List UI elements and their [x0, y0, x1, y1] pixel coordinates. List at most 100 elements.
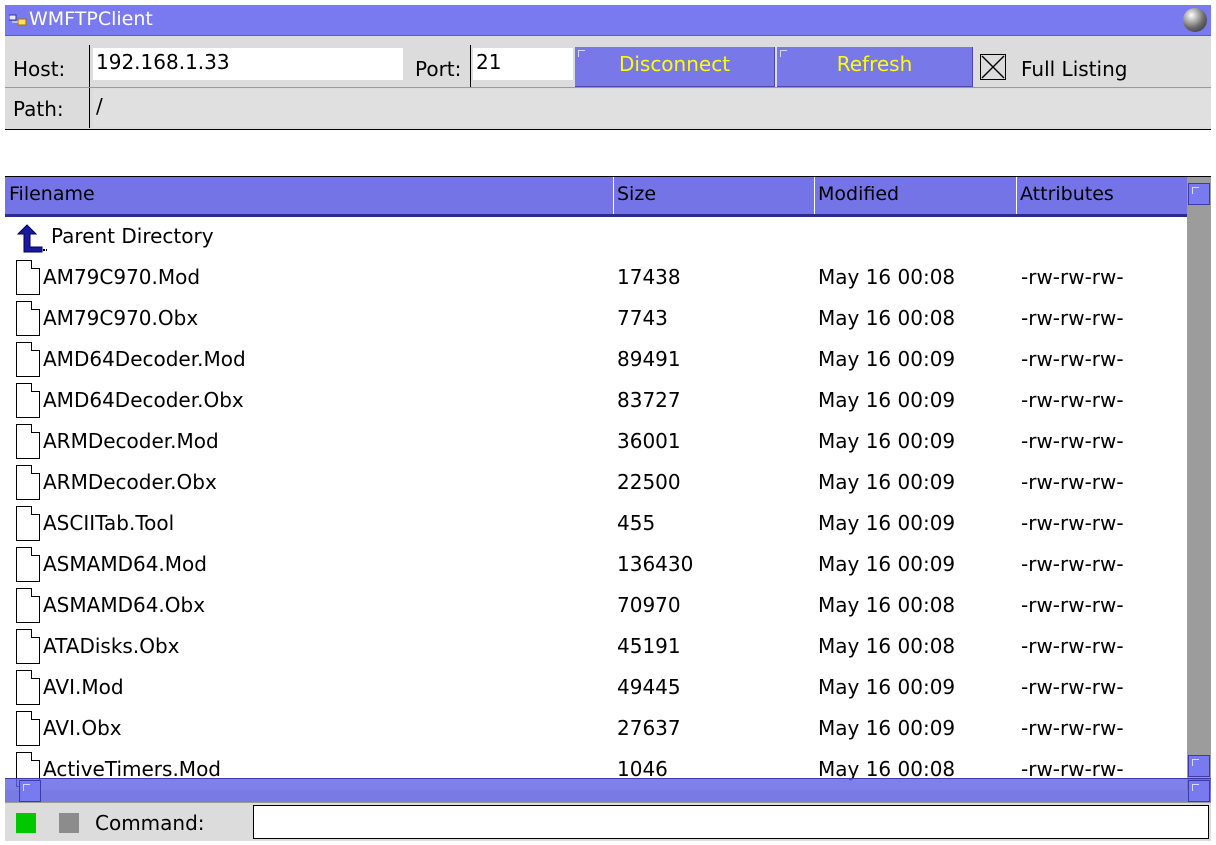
- refresh-button[interactable]: Refresh: [777, 47, 973, 87]
- file-modified: May 16 00:09: [818, 470, 956, 494]
- parent-directory-icon: [16, 224, 47, 253]
- sphere-close-icon[interactable]: [1183, 8, 1207, 32]
- command-label: Command:: [95, 811, 205, 835]
- file-icon: [16, 260, 40, 295]
- path-separator: [89, 88, 90, 128]
- horizontal-scrollbar[interactable]: [5, 778, 1211, 803]
- vertical-scrollbar[interactable]: [1187, 177, 1211, 790]
- file-list[interactable]: Parent Directory AM79C970.Mod 17438 May …: [5, 217, 1187, 790]
- file-icon: [16, 711, 40, 746]
- file-attributes: -rw-rw-rw-: [1021, 552, 1124, 576]
- disconnect-label: Disconnect: [618, 52, 731, 76]
- table-row[interactable]: AMD64Decoder.Mod 89491 May 16 00:09 -rw-…: [5, 340, 1187, 381]
- file-icon: [16, 424, 40, 459]
- port-input[interactable]: 21: [473, 48, 573, 80]
- refresh-label: Refresh: [836, 52, 913, 76]
- file-icon: [16, 506, 40, 541]
- column-header-modified[interactable]: Modified: [818, 183, 899, 205]
- file-attributes: -rw-rw-rw-: [1021, 429, 1124, 453]
- file-size: 89491: [617, 347, 681, 371]
- scroll-left-button[interactable]: [19, 780, 41, 802]
- file-modified: May 16 00:08: [818, 593, 956, 617]
- column-header-size[interactable]: Size: [617, 183, 656, 205]
- file-icon: [16, 547, 40, 582]
- table-row[interactable]: ATADisks.Obx 45191 May 16 00:08 -rw-rw-r…: [5, 627, 1187, 668]
- window-title: WMFTPClient: [29, 8, 153, 30]
- ftp-client-window: WMFTPClient Host: 192.168.1.33 Port: 21 …: [5, 5, 1211, 841]
- scroll-up-button[interactable]: [1188, 183, 1210, 205]
- scroll-down-button[interactable]: [1188, 755, 1210, 777]
- file-attributes: -rw-rw-rw-: [1021, 593, 1124, 617]
- host-input[interactable]: 192.168.1.33: [93, 48, 403, 80]
- table-row[interactable]: AMD64Decoder.Obx 83727 May 16 00:09 -rw-…: [5, 381, 1187, 422]
- file-name: AVI.Obx: [43, 716, 122, 740]
- file-size: 22500: [617, 470, 681, 494]
- file-icon: [16, 629, 40, 664]
- path-field[interactable]: /: [93, 89, 1211, 127]
- file-name: AMD64Decoder.Obx: [43, 388, 244, 412]
- host-separator: [89, 45, 90, 87]
- file-attributes: -rw-rw-rw-: [1021, 675, 1124, 699]
- scroll-right-button[interactable]: [1188, 780, 1210, 802]
- status-indicator-gray: [59, 813, 79, 833]
- checkbox-checked-icon: [981, 55, 1005, 79]
- file-modified: May 16 00:09: [818, 388, 956, 412]
- file-icon: [16, 670, 40, 705]
- table-row[interactable]: ASCIITab.Tool 455 May 16 00:09 -rw-rw-rw…: [5, 504, 1187, 545]
- port-value: 21: [476, 50, 502, 74]
- file-modified: May 16 00:09: [818, 675, 956, 699]
- file-modified: May 16 00:08: [818, 306, 956, 330]
- file-modified: May 16 00:09: [818, 552, 956, 576]
- port-separator: [470, 45, 471, 87]
- file-modified: May 16 00:09: [818, 429, 956, 453]
- file-attributes: -rw-rw-rw-: [1021, 265, 1124, 289]
- disconnect-button[interactable]: Disconnect: [575, 47, 775, 87]
- full-listing-label: Full Listing: [1021, 57, 1128, 81]
- file-icon: [16, 588, 40, 623]
- table-row[interactable]: AVI.Mod 49445 May 16 00:09 -rw-rw-rw-: [5, 668, 1187, 709]
- file-name: ARMDecoder.Obx: [43, 470, 217, 494]
- table-row[interactable]: AM79C970.Obx 7743 May 16 00:08 -rw-rw-rw…: [5, 299, 1187, 340]
- file-size: 49445: [617, 675, 681, 699]
- file-attributes: -rw-rw-rw-: [1021, 388, 1124, 412]
- table-row[interactable]: ASMAMD64.Obx 70970 May 16 00:08 -rw-rw-r…: [5, 586, 1187, 627]
- path-label: Path:: [13, 97, 64, 121]
- title-bar[interactable]: WMFTPClient: [5, 5, 1211, 36]
- file-icon: [16, 301, 40, 336]
- path-value: /: [96, 94, 103, 118]
- file-modified: May 16 00:09: [818, 716, 956, 740]
- file-size: 136430: [617, 552, 694, 576]
- table-row[interactable]: AVI.Obx 27637 May 16 00:09 -rw-rw-rw-: [5, 709, 1187, 750]
- file-size: 455: [617, 511, 656, 535]
- file-name: ARMDecoder.Mod: [43, 429, 219, 453]
- column-header-attributes[interactable]: Attributes: [1020, 183, 1114, 205]
- file-icon: [16, 465, 40, 500]
- file-name: ATADisks.Obx: [43, 634, 180, 658]
- command-input[interactable]: [253, 805, 1209, 839]
- table-row[interactable]: ARMDecoder.Obx 22500 May 16 00:09 -rw-rw…: [5, 463, 1187, 504]
- file-name: ASMAMD64.Obx: [43, 593, 206, 617]
- table-row[interactable]: ARMDecoder.Mod 36001 May 16 00:09 -rw-rw…: [5, 422, 1187, 463]
- file-attributes: -rw-rw-rw-: [1021, 306, 1124, 330]
- file-modified: May 16 00:08: [818, 634, 956, 658]
- message-area: [5, 129, 1211, 177]
- table-row[interactable]: AM79C970.Mod 17438 May 16 00:08 -rw-rw-r…: [5, 258, 1187, 299]
- column-header-filename[interactable]: Filename: [9, 183, 95, 205]
- file-attributes: -rw-rw-rw-: [1021, 470, 1124, 494]
- file-size: 45191: [617, 634, 681, 658]
- table-row[interactable]: ASMAMD64.Mod 136430 May 16 00:09 -rw-rw-…: [5, 545, 1187, 586]
- table-header: Filename Size Modified Attributes: [5, 177, 1187, 217]
- file-icon: [16, 342, 40, 377]
- file-name: AVI.Mod: [43, 675, 124, 699]
- parent-directory-row[interactable]: Parent Directory: [5, 217, 1187, 258]
- full-listing-checkbox[interactable]: [980, 54, 1006, 80]
- file-modified: May 16 00:09: [818, 347, 956, 371]
- port-label: Port:: [415, 57, 462, 81]
- status-indicator-green: [16, 813, 36, 833]
- file-attributes: -rw-rw-rw-: [1021, 716, 1124, 740]
- file-name: ASCIITab.Tool: [43, 511, 175, 535]
- file-name: AMD64Decoder.Mod: [43, 347, 246, 371]
- file-size: 36001: [617, 429, 681, 453]
- parent-directory-label: Parent Directory: [51, 224, 214, 248]
- file-icon: [16, 383, 40, 418]
